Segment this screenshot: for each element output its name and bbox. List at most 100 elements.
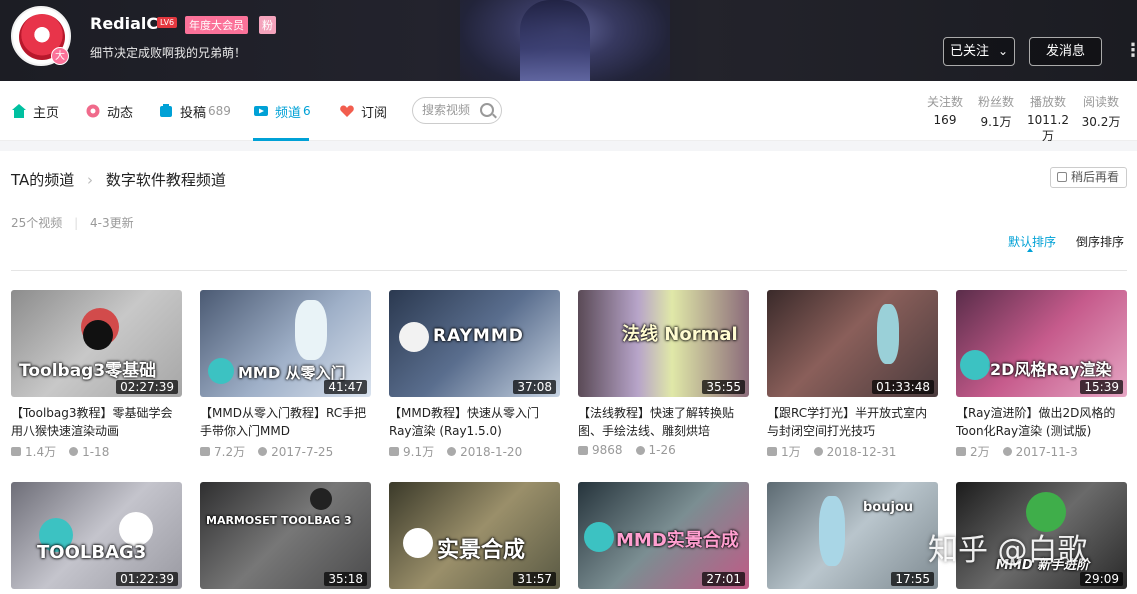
thumbnail-caption: MMD实景合成	[616, 530, 739, 551]
video-title[interactable]: 【Ray渲进阶】做出2D风格的Toon化Ray渲染 (测试版)	[956, 404, 1127, 440]
video-thumbnail[interactable]: 2D风格Ray渲染 15:39	[956, 290, 1127, 397]
thumbnail-caption: 实景合成	[437, 538, 526, 563]
tab-home[interactable]: 主页	[11, 81, 59, 141]
video-title[interactable]: 【MMD从零入门教程】RC手把手带你入门MMD	[200, 404, 371, 440]
divider	[11, 270, 1127, 271]
tab-dynamic-label: 动态	[107, 105, 134, 121]
video-thumbnail[interactable]: MARMOSET TOOLBAG 3 35:18	[200, 482, 371, 589]
clock-icon	[258, 447, 268, 456]
video-card[interactable]: 2D风格Ray渲染 15:39 【Ray渲进阶】做出2D风格的Toon化Ray渲…	[956, 290, 1127, 460]
channel-icon	[254, 106, 268, 116]
chevron-right-icon: ›	[87, 171, 94, 189]
breadcrumb-root[interactable]: TA的频道	[11, 171, 74, 189]
video-card[interactable]: MARMOSET TOOLBAG 3 35:18	[200, 482, 371, 589]
stat-followers[interactable]: 粉丝数 9.1万	[976, 93, 1016, 130]
heart-icon	[340, 105, 354, 117]
thumbnail-caption: TOOLBAG3	[37, 542, 147, 563]
video-duration: 31:57	[513, 572, 556, 586]
video-card[interactable]: RAYMMD 37:08 【MMD教程】快速从零入门Ray渲染 (Ray1.5.…	[389, 290, 560, 460]
play-count: 1.4万	[25, 445, 57, 459]
video-card[interactable]: MMD实景合成 27:01	[578, 482, 749, 589]
video-card[interactable]: TOOLBAG3 01:22:39	[11, 482, 182, 589]
play-count: 7.2万	[214, 445, 246, 459]
follow-button[interactable]: 已关注 ⌄	[943, 37, 1015, 66]
stat-label: 播放数	[1029, 95, 1066, 109]
video-duration: 41:47	[324, 380, 367, 394]
video-card[interactable]: boujou 17:55	[767, 482, 938, 589]
search-input[interactable]: 搜索视频	[412, 97, 502, 124]
dynamic-icon	[86, 104, 100, 118]
video-duration: 35:18	[324, 572, 367, 586]
username[interactable]: RedialC	[90, 14, 158, 33]
video-card[interactable]: 法线 Normal 35:55 【法线教程】快速了解转换贴图、手绘法线、雕刻烘培…	[578, 290, 749, 457]
message-button[interactable]: 发消息	[1029, 37, 1102, 66]
video-thumbnail[interactable]: MMD实景合成 27:01	[578, 482, 749, 589]
stat-label: 阅读数	[1082, 95, 1119, 109]
upload-date: 2017-11-3	[1015, 444, 1078, 459]
tab-subscriptions[interactable]: 订阅	[339, 81, 387, 141]
video-thumbnail[interactable]: RAYMMD 37:08	[389, 290, 560, 397]
video-thumbnail[interactable]: Toolbag3零基础 02:27:39	[11, 290, 182, 397]
stat-label: 粉丝数	[977, 95, 1014, 109]
watch-later-icon	[1057, 172, 1067, 182]
video-duration: 01:33:48	[872, 380, 934, 394]
upload-date: 2018-1-20	[460, 444, 523, 459]
video-thumbnail[interactable]: 01:33:48	[767, 290, 938, 397]
sort-reverse-button[interactable]: 倒序排序	[1076, 233, 1124, 250]
tab-channel-count: 6	[303, 104, 311, 118]
upload-date: 1-26	[648, 443, 676, 457]
tab-uploads-label: 投稿	[180, 105, 207, 121]
stat-plays: 播放数 1011.2万	[1022, 93, 1074, 144]
chevron-down-icon: ⌄	[997, 44, 1008, 58]
follow-button-label: 已关注	[950, 44, 990, 59]
play-count-icon	[956, 447, 966, 456]
tab-subscriptions-label: 订阅	[361, 105, 388, 121]
breadcrumb: TA的频道 › 数字软件教程频道	[11, 169, 226, 190]
play-count-icon	[767, 447, 777, 456]
channel-meta: 25个视频 | 4-3更新	[11, 214, 134, 231]
video-info: 7.2万 2017-7-25	[200, 443, 371, 460]
video-thumbnail[interactable]: 法线 Normal 35:55	[578, 290, 749, 397]
video-duration: 29:09	[1080, 572, 1123, 586]
video-thumbnail[interactable]: boujou 17:55	[767, 482, 938, 589]
vip-avatar-badge: 大	[51, 47, 69, 65]
stat-value: 9.1万	[980, 115, 1012, 129]
video-thumbnail[interactable]: MMD 从零入门 41:47	[200, 290, 371, 397]
video-info: 2万 2017-11-3	[956, 443, 1127, 460]
tab-uploads[interactable]: 投稿 689	[158, 81, 231, 141]
video-count: 25个视频	[11, 216, 63, 230]
video-card[interactable]: 实景合成 31:57	[389, 482, 560, 589]
upload-date: 2017-7-25	[271, 444, 334, 459]
video-title[interactable]: 【法线教程】快速了解转换贴图、手绘法线、雕刻烘培	[578, 404, 749, 440]
clock-icon	[447, 447, 457, 456]
video-title[interactable]: 【Toolbag3教程】零基础学会用八猴快速渲染动画	[11, 404, 182, 440]
video-thumbnail[interactable]: 实景合成 31:57	[389, 482, 560, 589]
stat-following[interactable]: 关注数 169	[925, 93, 965, 127]
tab-uploads-count: 689	[208, 104, 231, 118]
stat-reads: 阅读数 30.2万	[1080, 93, 1122, 130]
sort-default-button[interactable]: 默认排序	[1008, 233, 1056, 252]
video-card[interactable]: MMD 从零入门 41:47 【MMD从零入门教程】RC手把手带你入门MMD 7…	[200, 290, 371, 460]
more-options-icon[interactable]: ⋮	[1124, 40, 1137, 61]
video-info: 1.4万 1-18	[11, 443, 182, 460]
video-card[interactable]: 01:33:48 【跟RC学打光】半开放式室内与封闭空间打光技巧 1万 2018…	[767, 290, 938, 460]
thumbnail-caption: RAYMMD	[433, 326, 524, 346]
video-info: 9.1万 2018-1-20	[389, 443, 560, 460]
tab-channel[interactable]: 频道 6	[253, 81, 311, 141]
clock-icon	[635, 445, 645, 455]
video-title[interactable]: 【MMD教程】快速从零入门Ray渲染 (Ray1.5.0)	[389, 404, 560, 440]
tab-dynamic[interactable]: 动态	[85, 81, 133, 141]
fan-badge[interactable]: 粉	[259, 16, 276, 34]
video-card[interactable]: Toolbag3零基础 02:27:39 【Toolbag3教程】零基础学会用八…	[11, 290, 182, 460]
banner-character	[520, 0, 590, 81]
watch-later-label: 稍后再看	[1071, 170, 1120, 184]
section-separator	[0, 141, 1137, 151]
search-icon[interactable]	[480, 103, 494, 117]
video-title[interactable]: 【跟RC学打光】半开放式室内与封闭空间打光技巧	[767, 404, 938, 440]
video-duration: 02:27:39	[116, 380, 178, 394]
thumbnail-caption: Toolbag3零基础	[19, 361, 157, 381]
watch-later-button[interactable]: 稍后再看	[1050, 167, 1127, 188]
vip-badge[interactable]: 年度大会员	[185, 16, 248, 34]
video-thumbnail[interactable]: TOOLBAG3 01:22:39	[11, 482, 182, 589]
thumbnail-caption: MARMOSET TOOLBAG 3	[206, 514, 352, 527]
